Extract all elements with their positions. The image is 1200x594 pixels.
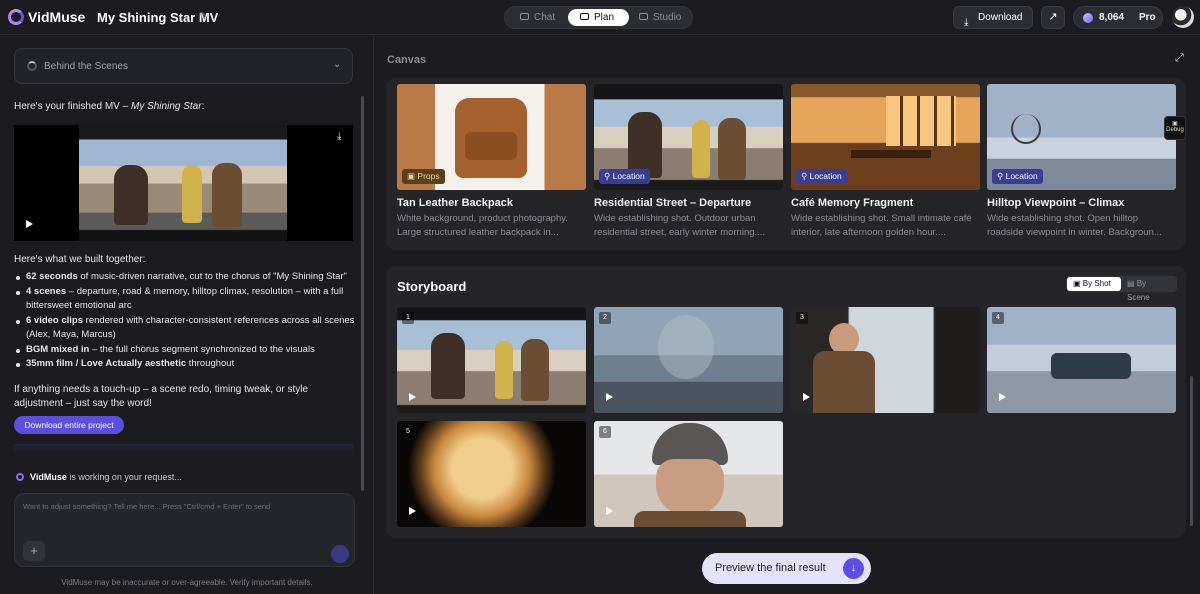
storyboard-heading: Storyboard [397,279,467,294]
external-link-icon: ↗ [1048,11,1058,23]
play-icon[interactable] [409,507,416,515]
card-thumbnail: ⚲ Location [987,84,1176,190]
storyboard-view-toggle: ▣ By Shot ▤ By Scene [1066,276,1177,302]
shot-4[interactable]: 4 [987,307,1176,413]
shot-number: 5 [402,426,414,438]
debug-button[interactable]: ▣ Debug [1164,116,1186,140]
loading-spinner-icon [27,61,37,71]
shot-6[interactable]: 6 [594,421,783,527]
plan-badge: Pro [1139,12,1156,23]
list-item: 62 seconds of music-driven narrative, cu… [14,270,359,285]
edit-title-icon[interactable]: ✎ [199,10,208,23]
tab-chat[interactable]: Chat [511,9,565,26]
avatar[interactable] [1172,6,1194,28]
shot-2[interactable]: 2 [594,307,783,413]
built-heading: Here's what we built together: [14,254,146,265]
send-button[interactable] [331,545,349,563]
plan-icon [580,13,589,20]
shot-number: 1 [402,312,414,324]
canvas-card-cafe[interactable]: ⚲ Location Café Memory Fragment Wide est… [791,84,980,240]
shot-number: 2 [599,312,611,324]
play-icon[interactable] [803,393,810,401]
play-icon[interactable] [999,393,1006,401]
canvas-card-hilltop[interactable]: ⚲ Location Hilltop Viewpoint – Climax Wi… [987,84,1176,240]
tag-location: ⚲ Location [796,169,847,184]
tag-props: ▣ Props [402,169,445,184]
card-description: Wide establishing shot. Small intimate c… [791,213,972,238]
card-title: Café Memory Fragment [791,197,914,209]
plan-panel: Canvas ⤢ ▣ Props Tan Leather Backpack Wh… [375,36,1200,594]
canvas-heading: Canvas [387,54,427,66]
tab-studio[interactable]: Studio [631,9,689,26]
chevron-down-icon: ⌄ [333,59,342,70]
canvas-card-backpack[interactable]: ▣ Props Tan Leather Backpack White backg… [397,84,586,240]
plan-scrollbar[interactable] [1190,376,1193,526]
card-title: Hilltop Viewpoint – Climax [987,197,1125,209]
shot-5[interactable]: 5 [397,421,586,527]
shot-3[interactable]: 3 [791,307,980,413]
shot-number: 4 [992,312,1004,324]
studio-icon [639,13,648,20]
arrow-down-icon: ↓ [843,558,864,579]
chat-scrollbar[interactable] [361,96,364,491]
card-title: Tan Leather Backpack [397,197,513,209]
intro-message: Here's your finished MV – My Shining Sta… [14,101,205,112]
preview-final-result-button[interactable]: Preview the final result ↓ [702,553,871,584]
card-title: Residential Street – Departure [594,197,752,209]
summary-list: 62 seconds of music-driven narrative, cu… [14,270,359,372]
expand-icon[interactable]: ⤢ [1175,52,1184,65]
disclaimer: VidMuse may be inaccurate or over-agreea… [61,578,313,587]
message-input[interactable] [23,502,343,511]
final-mv-video[interactable]: ⤓ [14,125,353,241]
tag-location: ⚲ Location [599,169,650,184]
shot-1[interactable]: 1 [397,307,586,413]
tag-location: ⚲ Location [992,169,1043,184]
behind-the-scenes-dropdown[interactable]: Behind the Scenes ⌄ [14,48,353,84]
download-project-button[interactable]: Download entire project [14,416,124,434]
play-icon[interactable] [26,220,33,228]
canvas-panel: ▣ Props Tan Leather Backpack White backg… [386,78,1186,250]
list-item: 35mm film / Love Actually aesthetic thro… [14,357,359,372]
touch-up-message: If anything needs a touch-up – a scene r… [14,384,309,409]
by-scene-option[interactable]: ▤ By Scene [1123,277,1176,302]
credit-coin-icon [1083,13,1093,23]
mode-tabs: Chat Plan Studio [504,6,693,29]
play-icon[interactable] [606,393,613,401]
card-thumbnail: ⚲ Location [594,84,783,190]
chat-icon [520,13,529,20]
card-thumbnail: ▣ Props [397,84,586,190]
brand-name: VidMuse [28,9,86,25]
card-thumbnail: ⚲ Location [791,84,980,190]
add-attachment-button[interactable]: + [23,541,45,561]
download-icon: ⤓ [964,17,969,28]
list-item: BGM mixed in – the full chorus segment s… [14,343,359,358]
by-shot-option[interactable]: ▣ By Shot [1067,277,1121,291]
top-bar: VidMuse My Shining Star MV ✎ Chat Plan S… [0,0,1200,35]
play-icon[interactable] [606,507,613,515]
vidmuse-logo-icon [8,9,24,25]
download-video-icon[interactable]: ⤓ [337,131,341,142]
card-description: Wide establishing shot. Open hilltop roa… [987,213,1162,238]
storyboard-panel: Storyboard ▣ By Shot ▤ By Scene 1 2 3 4 [386,266,1186,538]
list-item: 6 video clips rendered with character-co… [14,314,359,343]
credits-badge[interactable]: 8,064 Pro [1073,6,1163,29]
canvas-card-residential-street[interactable]: ⚲ Location Residential Street – Departur… [594,84,783,240]
tab-plan[interactable]: Plan [568,9,629,26]
shot-number: 3 [796,312,808,324]
download-button[interactable]: ⤓ Download [953,6,1033,29]
open-external-button[interactable]: ↗ [1041,6,1065,29]
list-item: 4 scenes – departure, road & memory, hil… [14,285,359,314]
card-description: Wide establishing shot. Outdoor urban re… [594,213,766,238]
credit-count: 8,064 [1099,12,1125,23]
chat-panel: Behind the Scenes ⌄ Here's your finished… [0,36,374,594]
message-composer: + [14,493,355,567]
play-icon[interactable] [409,393,416,401]
working-status: VidMuse is working on your request... [16,472,182,482]
status-ring-icon [16,473,24,481]
shot-number: 6 [599,426,611,438]
card-description: White background, product photography. L… [397,213,568,238]
